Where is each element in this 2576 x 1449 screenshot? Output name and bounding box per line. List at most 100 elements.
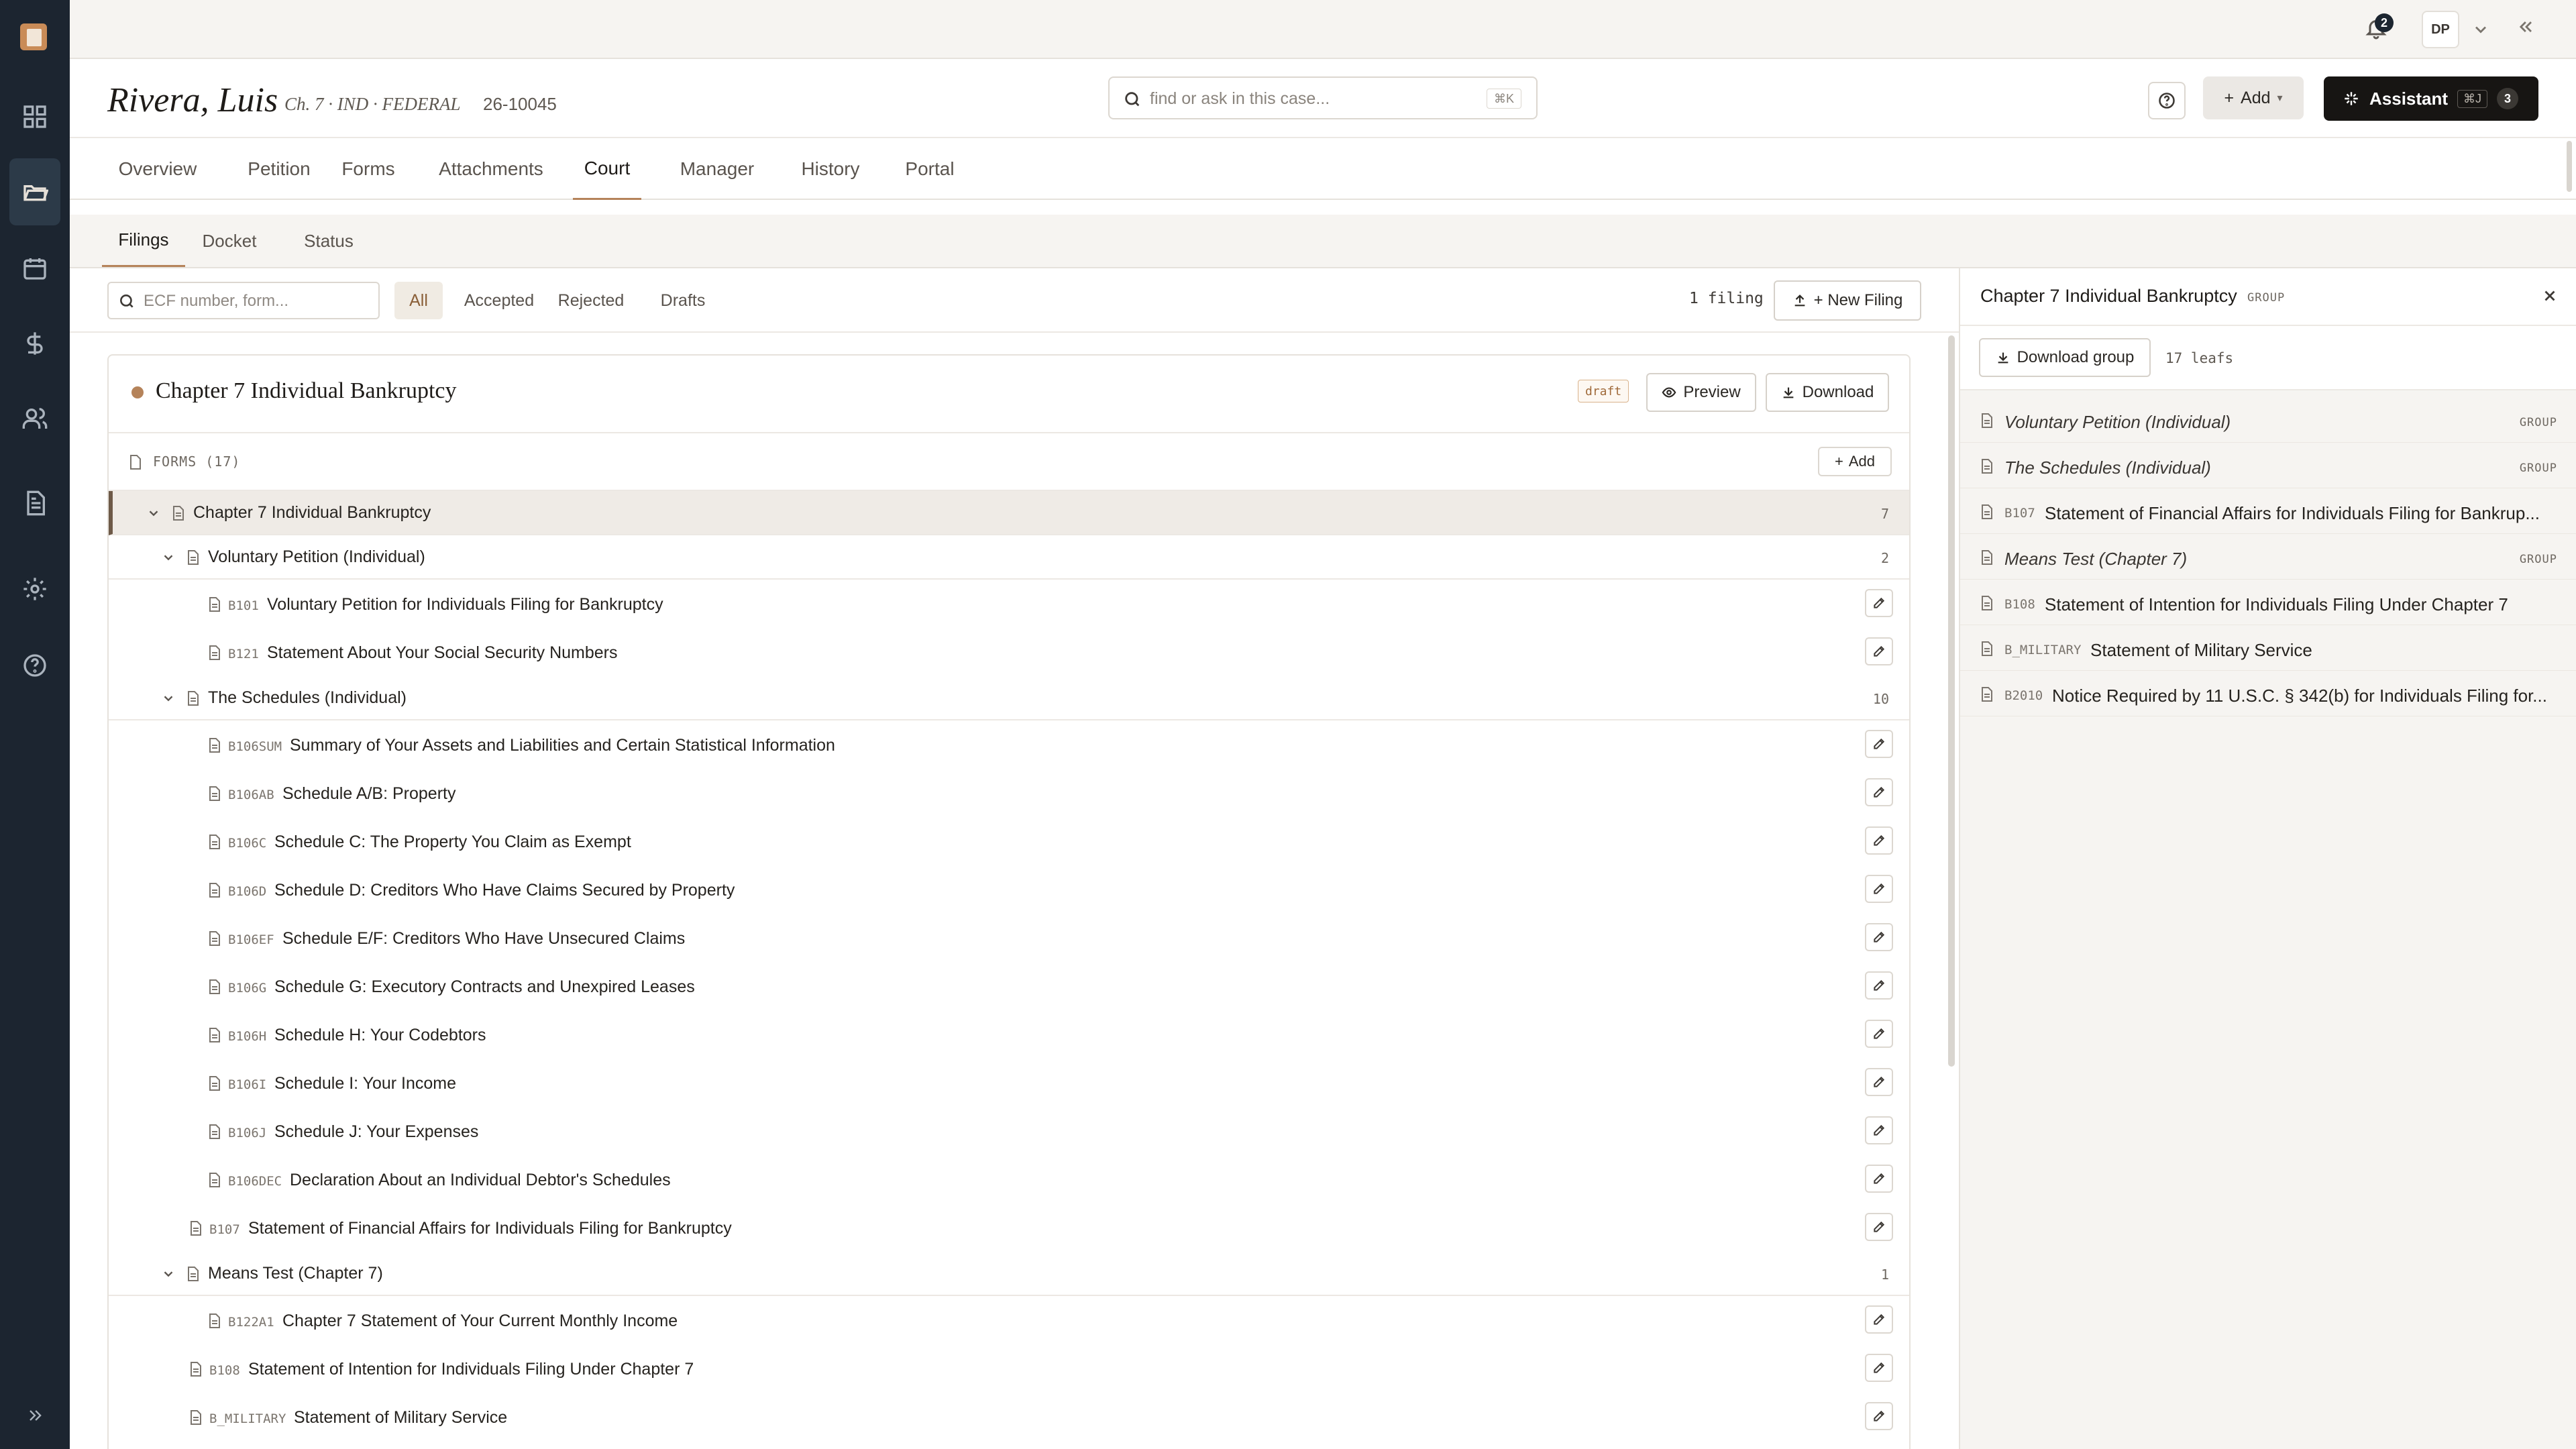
pencil-icon <box>1872 786 1886 799</box>
tree-leaf-row[interactable]: B122A1 Chapter 7 Statement of Your Curren… <box>109 1296 1909 1344</box>
filter-all[interactable]: All <box>394 282 443 319</box>
form-title: Chapter 7 Statement of Your Current Mont… <box>282 1311 678 1330</box>
edit-form-button[interactable] <box>1865 1305 1893 1334</box>
document-icon[interactable] <box>9 470 60 537</box>
tree-group-row[interactable]: Means Test (Chapter 7) 1 <box>109 1252 1909 1296</box>
tab-history[interactable]: History <box>793 138 868 200</box>
edit-form-button[interactable] <box>1865 589 1893 617</box>
panel-group-item[interactable]: The Schedules (Individual) GROUP <box>1960 444 2576 488</box>
tree-leaf-row[interactable]: B121 Statement About Your Social Security… <box>109 628 1909 676</box>
panel-leaf-item[interactable]: B108 Statement of Intention for Individua… <box>1960 581 2576 625</box>
edit-form-button[interactable] <box>1865 1213 1893 1241</box>
pencil-icon <box>1872 596 1886 610</box>
subtab-docket[interactable]: Docket <box>195 215 264 267</box>
edit-form-button[interactable] <box>1865 730 1893 758</box>
panel-leaf-item[interactable]: B2010 Notice Required by 11 U.S.C. § 342(… <box>1960 672 2576 716</box>
close-icon[interactable] <box>2541 287 2559 305</box>
tree-leaf-row[interactable]: B107 Statement of Financial Affairs for I… <box>109 1203 1909 1252</box>
assistant-button[interactable]: Assistant ⌘J 3 <box>2324 76 2538 121</box>
filter-drafts[interactable]: Drafts <box>651 282 715 319</box>
tree-leaf-row[interactable]: B106SUM Summary of Your Assets and Liabil… <box>109 720 1909 769</box>
edit-form-button[interactable] <box>1865 1354 1893 1382</box>
tree-leaf-row[interactable]: B_MILITARY Statement of Military Service <box>109 1393 1909 1441</box>
tree-leaf-row[interactable]: B108 Statement of Intention for Individua… <box>109 1344 1909 1393</box>
add-form-button[interactable]: + Add <box>1818 447 1892 476</box>
dashboard-icon[interactable] <box>9 83 60 150</box>
tree-leaf-row[interactable]: B101 Voluntary Petition for Individuals F… <box>109 580 1909 628</box>
filing-title[interactable]: Chapter 7 Individual Bankruptcy <box>156 378 457 404</box>
chevron-down-icon[interactable] <box>161 1267 176 1281</box>
chevrons-right-icon[interactable] <box>9 1395 60 1436</box>
tree-leaf-row[interactable]: B106J Schedule J: Your Expenses <box>109 1107 1909 1155</box>
panel-title: Chapter 7 Individual Bankruptcy <box>1980 286 2237 306</box>
panel-group-item[interactable]: Voluntary Petition (Individual) GROUP <box>1960 398 2576 443</box>
form-code: B121 <box>228 647 259 661</box>
subtab-filings[interactable]: Filings <box>102 215 185 267</box>
form-code: B106AB <box>228 788 274 802</box>
edit-form-button[interactable] <box>1865 826 1893 855</box>
chevrons-left-icon[interactable] <box>2517 17 2536 36</box>
edit-form-button[interactable] <box>1865 1165 1893 1193</box>
edit-form-button[interactable] <box>1865 1020 1893 1048</box>
dollar-icon[interactable] <box>9 310 60 377</box>
help-icon[interactable] <box>9 632 60 699</box>
app-logo[interactable] <box>20 23 47 50</box>
tree-leaf-row[interactable]: B106AB Schedule A/B: Property <box>109 769 1909 817</box>
preview-button[interactable]: Preview <box>1646 373 1756 412</box>
content-scrollbar[interactable] <box>1948 335 1955 1067</box>
users-icon[interactable] <box>9 385 60 452</box>
chevron-down-icon[interactable] <box>161 550 176 565</box>
edit-form-button[interactable] <box>1865 1068 1893 1096</box>
filter-accepted[interactable]: Accepted <box>452 282 546 319</box>
top-bar: 2 DP <box>70 0 2576 59</box>
filing-search[interactable] <box>107 282 380 319</box>
chevron-down-icon[interactable] <box>2471 20 2490 39</box>
tree-leaf-row[interactable]: B106C Schedule C: The Property You Claim … <box>109 817 1909 865</box>
tree-leaf-row[interactable]: B106DEC Declaration About an Individual D… <box>109 1155 1909 1203</box>
gear-icon[interactable] <box>9 555 60 623</box>
chevron-down-icon[interactable] <box>161 691 176 706</box>
tree-leaf-row[interactable]: B106G Schedule G: Executory Contracts and… <box>109 962 1909 1010</box>
edit-form-button[interactable] <box>1865 778 1893 806</box>
case-search-input[interactable] <box>1150 87 1458 110</box>
tab-forms[interactable]: Forms <box>338 138 398 200</box>
filing-search-input[interactable] <box>144 291 372 311</box>
edit-form-button[interactable] <box>1865 875 1893 903</box>
panel-leaf-item[interactable]: B107 Statement of Financial Affairs for I… <box>1960 490 2576 534</box>
tree-root-row[interactable]: Chapter 7 Individual Bankruptcy 7 <box>109 491 1909 535</box>
tab-overview[interactable]: Overview <box>113 138 203 200</box>
add-button[interactable]: + Add ▾ <box>2203 76 2304 119</box>
filter-rejected[interactable]: Rejected <box>547 282 635 319</box>
tree-leaf-row[interactable]: B106I Schedule I: Your Income <box>109 1059 1909 1107</box>
new-filing-button[interactable]: + New Filing <box>1774 280 1921 321</box>
tree-leaf-row[interactable]: B106H Schedule H: Your Codebtors <box>109 1010 1909 1059</box>
chevron-down-icon[interactable] <box>146 506 161 521</box>
edit-form-button[interactable] <box>1865 971 1893 1000</box>
panel-leaf-item[interactable]: B_MILITARY Statement of Military Service <box>1960 627 2576 671</box>
avatar[interactable]: DP <box>2422 11 2459 48</box>
subtab-status[interactable]: Status <box>294 215 364 267</box>
tree-group-row[interactable]: The Schedules (Individual) 10 <box>109 676 1909 720</box>
edit-form-button[interactable] <box>1865 923 1893 951</box>
case-search[interactable]: ⌘K <box>1108 76 1538 119</box>
edit-form-button[interactable] <box>1865 1116 1893 1144</box>
panel-group-item[interactable]: Means Test (Chapter 7) GROUP <box>1960 535 2576 580</box>
tab-portal[interactable]: Portal <box>895 138 965 200</box>
pencil-icon <box>1872 645 1886 658</box>
form-title: Schedule C: The Property You Claim as Ex… <box>274 833 631 851</box>
edit-form-button[interactable] <box>1865 637 1893 665</box>
download-button[interactable]: Download <box>1766 373 1889 412</box>
calendar-icon[interactable] <box>9 235 60 302</box>
tab-attachments[interactable]: Attachments <box>432 138 550 200</box>
tree-group-row[interactable]: Voluntary Petition (Individual) 2 <box>109 535 1909 580</box>
download-group-button[interactable]: Download group <box>1979 338 2151 377</box>
page-scrollbar[interactable] <box>2567 141 2572 192</box>
tree-leaf-row[interactable]: B106D Schedule D: Creditors Who Have Clai… <box>109 865 1909 914</box>
tab-court[interactable]: Court <box>573 138 641 200</box>
tree-leaf-row[interactable]: B106EF Schedule E/F: Creditors Who Have U… <box>109 914 1909 962</box>
tab-manager[interactable]: Manager <box>674 138 761 200</box>
tab-petition[interactable]: Petition <box>246 138 313 200</box>
folder-icon[interactable] <box>9 158 60 225</box>
edit-form-button[interactable] <box>1865 1402 1893 1430</box>
help-button[interactable] <box>2148 82 2186 119</box>
